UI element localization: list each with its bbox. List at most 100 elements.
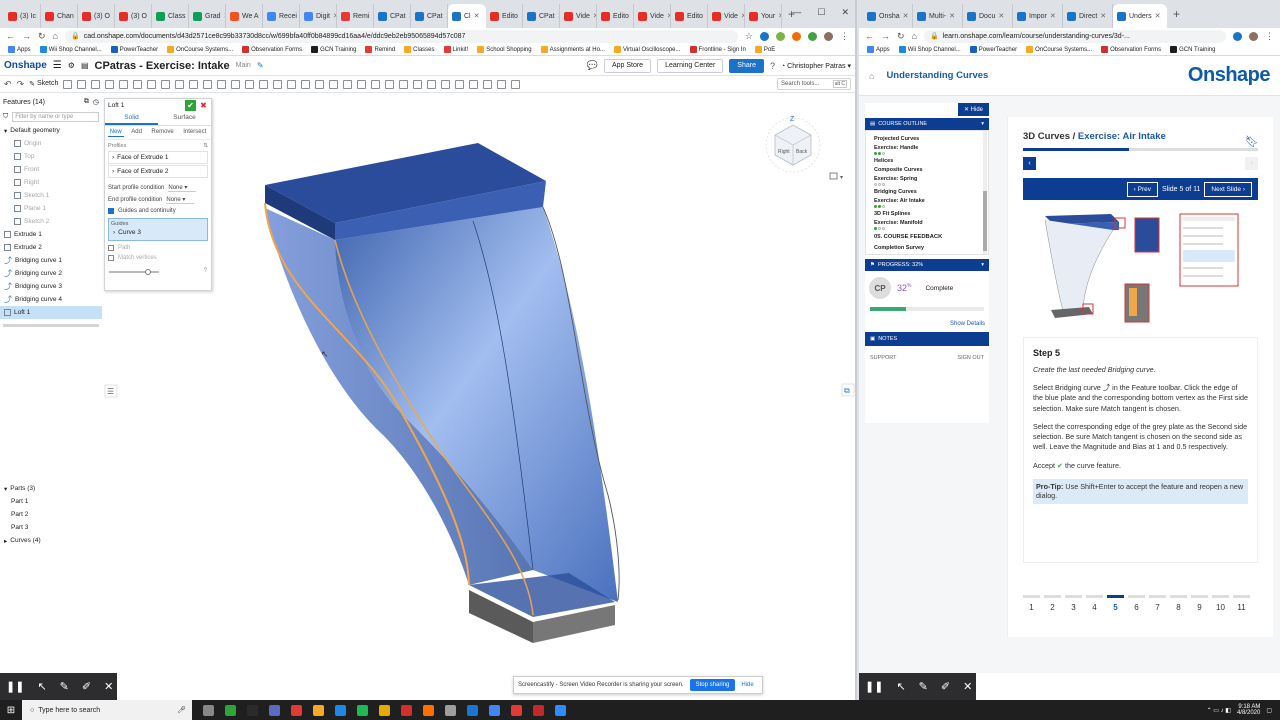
chamfer-icon[interactable] (147, 79, 157, 89)
outline-item[interactable]: Projected Curves (874, 133, 980, 142)
history-icon[interactable]: ◷ (93, 98, 99, 106)
next-slide-button[interactable]: Next Slide › (1204, 181, 1252, 197)
menu-dots-icon[interactable]: ⋮ (840, 31, 849, 42)
sketch-button[interactable]: ✎ Sketch (29, 80, 58, 88)
tab-manager-icon[interactable]: ☰ (104, 384, 118, 398)
outline-item[interactable]: Exercise: Spring (874, 173, 980, 186)
browser-tab[interactable]: CPat✕ (374, 4, 411, 28)
bookmark-item[interactable]: GCN Training (311, 46, 356, 53)
bookmark-item[interactable]: Remind (365, 46, 395, 53)
rollback-bar[interactable] (3, 324, 99, 327)
bookmark-item[interactable]: School Shopping (477, 46, 532, 53)
bridging-curve-icon[interactable] (343, 79, 353, 89)
workspace-name[interactable]: Main (236, 62, 251, 69)
reload-icon[interactable]: ↻ (38, 31, 46, 42)
feature-item[interactable]: Top (0, 150, 102, 163)
microphone-icon[interactable]: 🎤︎ (177, 706, 186, 714)
taskbar-app-icon[interactable] (313, 704, 324, 716)
progress-header[interactable]: ⚑ PROGRESS: 32% ▾ (865, 259, 989, 271)
lesson-title-link[interactable]: Exercise: Air Intake (1078, 131, 1166, 142)
taskbar-app-icon[interactable] (269, 704, 280, 716)
help-icon[interactable]: ? (770, 61, 775, 71)
match-vertices-row[interactable]: Match vertices (105, 253, 211, 263)
show-details-link[interactable]: Show Details (865, 313, 989, 329)
split-icon[interactable] (259, 79, 269, 89)
delete-icon[interactable] (287, 79, 297, 89)
browser-tab[interactable]: Class✕ (152, 4, 189, 28)
feature-item[interactable]: Sketch 1 (0, 189, 102, 202)
search-tools-input[interactable]: Search tools... alt C (777, 78, 851, 90)
close-tab-icon[interactable]: ✕ (903, 12, 909, 20)
extension-icon[interactable] (792, 31, 801, 41)
taskbar-app-icon[interactable] (379, 704, 390, 716)
tray-icons[interactable]: ⌃ ▭ ♪ ◧ (1207, 707, 1231, 714)
profile-item[interactable]: › Face of Extrude 1 (108, 151, 208, 164)
support-link[interactable]: SUPPORT (870, 355, 897, 361)
curves-group[interactable]: ▸ Curves (4) (0, 534, 102, 547)
help-icon[interactable]: ? (204, 268, 207, 274)
taskbar-app-icon[interactable] (291, 704, 302, 716)
op-new[interactable]: New (107, 128, 124, 137)
revolve-icon[interactable] (77, 79, 87, 89)
learning-center-button[interactable]: Learning Center (657, 58, 724, 73)
bookmark-item[interactable]: Frontline - Sign In (689, 46, 746, 53)
browser-tab[interactable]: Digit✕ (300, 4, 337, 28)
outline-item[interactable]: 3D Fit Splines (874, 208, 980, 217)
preview-slider[interactable] (109, 268, 159, 275)
extension-icon[interactable] (1233, 31, 1242, 41)
view-icon[interactable] (399, 79, 409, 89)
stop-sharing-button[interactable]: Stop sharing (689, 679, 736, 691)
tab-solid[interactable]: Solid (105, 112, 158, 125)
browser-tab[interactable]: Multi- ✕ (913, 4, 963, 28)
browser-tab[interactable]: (3) O✕ (78, 4, 115, 28)
taskbar-app-icon[interactable] (467, 704, 478, 716)
tune-icon[interactable]: ⚙ (68, 61, 75, 70)
new-tab-button[interactable]: + (1167, 7, 1186, 21)
outline-item[interactable]: Composite Curves (874, 164, 980, 173)
mirror-icon[interactable] (231, 79, 241, 89)
close-tab-icon[interactable]: ✕ (1100, 12, 1106, 20)
pause-icon[interactable]: ❚❚ (6, 680, 24, 693)
close-tab-icon[interactable]: ✕ (998, 12, 1004, 20)
start-condition-select[interactable]: None ▾ (168, 184, 197, 192)
onshape-logo[interactable]: Onshape (4, 60, 47, 71)
close-tab-icon[interactable]: ✕ (1155, 12, 1161, 20)
guides-box[interactable]: Guides › Curve 3 (108, 218, 208, 241)
browser-tab[interactable]: We A✕ (226, 4, 263, 28)
browser-tab[interactable]: Edito✕ (486, 4, 523, 28)
redo-icon[interactable]: ↷ (17, 79, 25, 90)
page-button[interactable]: 9 (1191, 595, 1208, 612)
previous-lesson-arrow[interactable]: ‹ (1023, 157, 1036, 170)
taskbar-app-icon[interactable] (511, 704, 522, 716)
close-tab-icon[interactable]: ✕ (1050, 12, 1056, 20)
op-intersect[interactable]: Intersect (181, 128, 208, 137)
browser-tab[interactable]: CPat✕ (411, 4, 448, 28)
onshape-logo[interactable]: Onshape (1188, 64, 1271, 87)
browser-tab[interactable]: Remi✕ (337, 4, 374, 28)
outline-item[interactable]: Helices (874, 155, 980, 164)
taskbar-app-icon[interactable] (247, 704, 258, 716)
browser-tab[interactable]: Recei✕ (263, 4, 300, 28)
feature-item[interactable]: ⤴ Bridging curve 3 (0, 280, 102, 293)
part-item[interactable]: Part 3 (0, 521, 102, 534)
loft-icon[interactable] (105, 79, 115, 89)
part-item[interactable]: Part 1 (0, 495, 102, 508)
end-condition-select[interactable]: None ▾ (166, 196, 195, 204)
feature-item[interactable]: Sketch 2 (0, 215, 102, 228)
profile-avatar[interactable] (1249, 31, 1258, 41)
browser-tab[interactable]: Onsha ✕ (863, 4, 913, 28)
browser-tab[interactable]: Vide✕ (560, 4, 597, 28)
guides-continuity-row[interactable]: Guides and continuity (105, 206, 211, 216)
extension-icon[interactable] (760, 31, 769, 41)
app-store-button[interactable]: App Store (603, 58, 652, 73)
notifications-icon[interactable]: ▢ (1266, 707, 1272, 714)
hamburger-icon[interactable]: ☰ (53, 60, 62, 71)
back-icon[interactable]: ← (865, 31, 874, 41)
bookmark-item[interactable]: Observation Forms (242, 46, 302, 53)
visual-icon[interactable] (469, 79, 479, 89)
document-title[interactable]: CPatras - Exercise: Intake (95, 60, 230, 72)
bookmark-item[interactable]: Apps (867, 46, 890, 53)
feature-filter-input[interactable]: Filter by name or type (12, 111, 99, 122)
home-nav-icon[interactable]: ⌂ (869, 71, 874, 81)
course-outline-list[interactable]: Projected Curves Exercise: Handle Helices C… (865, 130, 989, 255)
